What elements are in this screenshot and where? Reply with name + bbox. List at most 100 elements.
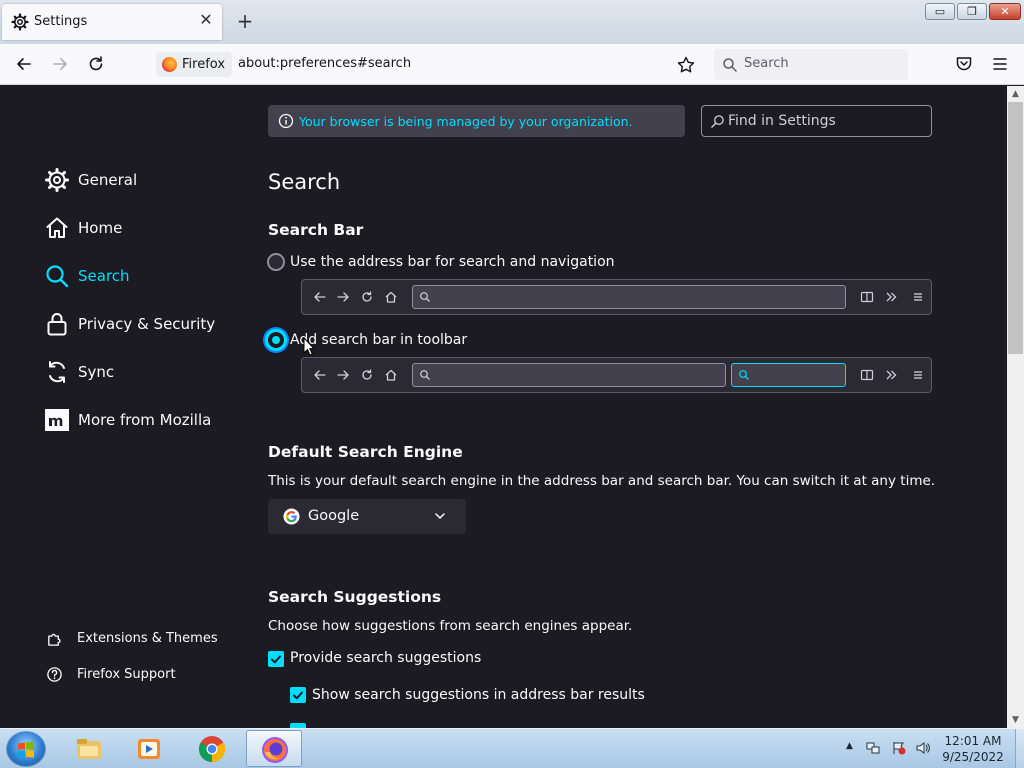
toolbar-search-option-label[interactable]: Add search bar in toolbar (290, 332, 467, 348)
forward-icon (337, 370, 349, 380)
help-icon (47, 667, 62, 682)
provide-suggestions-checkbox[interactable] (268, 651, 284, 667)
file-explorer-icon (77, 739, 101, 759)
find-placeholder: Find in Settings (728, 113, 836, 129)
scroll-up-icon[interactable]: ▲ (1007, 86, 1024, 102)
start-button[interactable] (6, 731, 46, 767)
reload-icon[interactable] (86, 54, 106, 74)
default-engine-description: This is your default search engine in th… (268, 473, 936, 489)
provide-suggestions-label[interactable]: Provide search suggestions (290, 650, 481, 666)
taskbar-media-player[interactable] (121, 730, 177, 767)
page-title: Search (268, 170, 341, 194)
preview-searchbar (731, 363, 846, 387)
find-in-settings-input[interactable]: Find in Settings (701, 105, 932, 137)
forward-icon[interactable] (50, 54, 70, 74)
new-tab-button[interactable]: + (234, 10, 256, 32)
address-bar-option-label[interactable]: Use the address bar for search and navig… (290, 254, 615, 270)
overflow-icon (886, 370, 897, 380)
search-icon (739, 370, 749, 380)
navigation-toolbar: Firefox about:preferences#search Search (0, 44, 1024, 85)
sidebar-item-label: Privacy & Security (78, 315, 216, 333)
volume-icon[interactable] (916, 741, 930, 755)
menu-icon[interactable] (990, 54, 1010, 74)
close-icon: ✕ (1000, 5, 1010, 18)
address-bar-suggestions-label[interactable]: Show search suggestions in address bar r… (312, 687, 645, 703)
bookmark-star-icon[interactable] (676, 55, 696, 75)
menu-icon (914, 293, 922, 301)
back-icon (314, 370, 326, 380)
reload-icon (362, 291, 372, 302)
default-engine-dropdown[interactable]: Google (268, 499, 466, 534)
maximize-icon: ❐ (967, 5, 977, 18)
forward-icon (337, 292, 349, 302)
mouse-cursor-icon (303, 337, 315, 356)
firefox-icon (262, 737, 288, 763)
search-icon (46, 265, 69, 288)
lock-icon (47, 313, 67, 336)
settings-page: General Home Search Privacy & Security S… (0, 86, 1007, 728)
search-suggestions-heading: Search Suggestions (268, 588, 442, 606)
title-bar: Settings ✕ + ▭ ❐ ✕ (0, 0, 1024, 44)
chevron-down-icon (435, 513, 445, 519)
sidebar-icon (860, 291, 874, 303)
preview-urlbar (412, 285, 846, 309)
search-bar-heading: Search Bar (268, 221, 364, 239)
network-icon[interactable] (866, 741, 880, 755)
toolbar-search-radio[interactable] (265, 329, 287, 351)
sidebar-item-label: Sync (78, 363, 115, 381)
gear-icon (11, 13, 29, 31)
action-center-flag-icon[interactable] (892, 741, 906, 755)
default-engine-heading: Default Search Engine (268, 443, 463, 461)
taskbar-chrome[interactable] (184, 730, 240, 767)
show-desktop-button[interactable] (1015, 729, 1024, 768)
scrollbar-thumb[interactable] (1008, 102, 1023, 354)
sidebar-icon (860, 369, 874, 381)
taskbar-file-explorer[interactable] (61, 730, 117, 767)
pocket-icon[interactable] (954, 54, 974, 74)
search-suggestions-description: Choose how suggestions from search engin… (268, 618, 633, 634)
search-icon (723, 58, 737, 72)
home-icon (385, 369, 397, 381)
gear-icon (45, 168, 69, 192)
identity-label: Firefox (182, 57, 226, 72)
address-bar[interactable]: Firefox about:preferences#search (152, 49, 706, 80)
clock-time: 12:01 AM (944, 734, 1002, 748)
chrome-icon (198, 736, 226, 763)
taskbar-firefox[interactable] (246, 730, 302, 767)
home-icon (46, 217, 68, 238)
preview-urlbar (412, 363, 726, 387)
scroll-down-icon[interactable]: ▼ (1007, 712, 1024, 728)
reload-icon (362, 369, 372, 380)
minimize-button[interactable]: ▭ (925, 3, 955, 20)
taskbar: ▲ 12:01 AM 9/25/2022 (0, 728, 1024, 768)
google-icon (283, 508, 300, 525)
address-bar-preview (301, 279, 932, 315)
close-window-button[interactable]: ✕ (989, 3, 1021, 20)
url-text[interactable]: about:preferences#search (238, 56, 411, 71)
policy-notice: Your browser is being managed by your or… (268, 105, 685, 137)
close-tab-icon[interactable]: ✕ (198, 12, 214, 28)
sidebar-item-label: Search (78, 267, 130, 285)
home-icon (385, 291, 397, 303)
page-scrollbar[interactable]: ▲ ▼ (1007, 86, 1024, 728)
clock[interactable]: 12:01 AM 9/25/2022 (937, 733, 1009, 765)
search-icon (420, 292, 430, 302)
sidebar-item-label: Extensions & Themes (77, 631, 218, 646)
checkmark-icon (293, 691, 303, 700)
tab-title: Settings (34, 14, 88, 29)
search-icon (711, 115, 724, 128)
sync-icon (49, 361, 65, 383)
toolbar-search-box[interactable]: Search (714, 49, 908, 80)
sidebar-item-label: More from Mozilla (78, 411, 212, 429)
identity-box[interactable]: Firefox (156, 52, 233, 77)
tab-settings[interactable]: Settings ✕ (2, 4, 222, 40)
policy-link[interactable]: Your browser is being managed by your or… (299, 114, 633, 129)
windows-logo-icon (18, 741, 34, 758)
puzzle-icon (48, 633, 61, 646)
address-bar-suggestions-checkbox[interactable] (290, 687, 306, 703)
address-bar-radio[interactable] (267, 253, 285, 271)
show-hidden-icons-icon[interactable]: ▲ (846, 741, 860, 755)
maximize-button[interactable]: ❐ (957, 3, 987, 20)
back-icon[interactable] (14, 54, 34, 74)
sidebar-item-label: Home (78, 219, 123, 237)
